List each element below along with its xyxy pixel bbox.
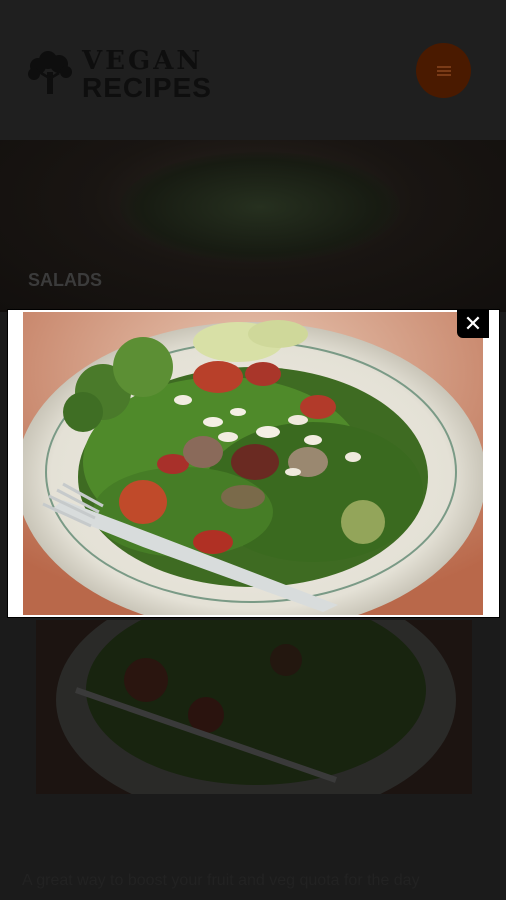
close-button[interactable]: ✕: [457, 310, 489, 338]
broccoli-icon: [28, 51, 72, 94]
lightbox-photo: [23, 312, 483, 615]
logo-text-bottom: RECIPES: [82, 72, 212, 103]
hero-plate-shape: [120, 152, 400, 262]
category-label[interactable]: SALADS: [28, 270, 102, 291]
hamburger-icon: [436, 65, 451, 76]
app-header: VEGAN RECIPES: [0, 0, 506, 140]
close-icon: ✕: [463, 311, 483, 336]
article-image[interactable]: [36, 620, 472, 794]
menu-button[interactable]: [416, 43, 471, 98]
salad-plate-dim: [36, 620, 472, 794]
article-intro: A great way to boost your fruit and veg …: [22, 872, 420, 889]
site-logo[interactable]: VEGAN RECIPES: [26, 44, 226, 104]
salad-photo: [23, 312, 483, 615]
lightbox-modal: [8, 310, 499, 617]
